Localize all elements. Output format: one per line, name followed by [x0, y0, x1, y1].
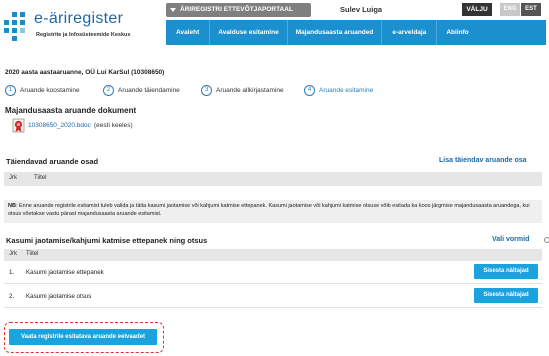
nav-item-avaleht[interactable]: Avaleht — [166, 20, 211, 45]
profit-section-title: Kasumi jaotamise/kahjumi katmise ettepan… — [6, 236, 208, 245]
nav-item-majandusaasta-aruanded[interactable]: Majandusaasta aruanded — [288, 20, 383, 45]
enter-values-button[interactable]: Sisesta näitajad — [474, 264, 538, 279]
nb-text: : Enne aruande registrile esitamist tule… — [8, 203, 530, 217]
add-supplementary-link[interactable]: Lisa täiendav aruande osa — [439, 157, 527, 164]
step-number: 4 — [304, 84, 315, 96]
nb-notice: NB: Enne aruande registrile esitamist tu… — [4, 200, 542, 223]
logo-dots-icon — [4, 12, 34, 42]
step-number: 2 — [103, 84, 114, 96]
chevron-down-icon — [170, 8, 176, 12]
document-language-note: (eesti keeles) — [94, 122, 133, 129]
row-title: Kasumi jaotamise ettepanek — [26, 269, 104, 276]
profit-table-header: Jrk Tiitel — [4, 249, 542, 261]
row-number: 2. — [9, 293, 15, 300]
step-label: Aruande esitamine — [319, 86, 374, 94]
step-label: Aruande täiendamine — [118, 86, 180, 94]
scrollbar-handle[interactable] — [544, 237, 549, 243]
step-label: Aruande allkirjastamine — [216, 86, 284, 94]
portal-select[interactable]: ÄRIREGISTRI ETTEVÕTJAPORTAAL — [166, 3, 311, 17]
row-number: 1. — [9, 269, 15, 276]
main-nav: Avaleht Avalduse esitamine Majandusaasta… — [166, 20, 546, 45]
table-row: 2. Kasumi jaotamise otsus Sisesta näitaj… — [4, 286, 542, 308]
logo-subtitle: Registrite ja Infosüsteemide Keskus — [36, 32, 131, 38]
erik-logo[interactable]: e-äriregister Registrite ja Infosüsteemi… — [4, 8, 164, 48]
step-2: 2 Aruande täiendamine — [103, 84, 180, 96]
nav-item-e-arveldaja[interactable]: e-arveldaja — [382, 20, 438, 45]
lang-eng-button[interactable]: ENG — [500, 3, 520, 16]
preview-report-button[interactable]: Vaata registrile esitatava aruande eelva… — [9, 329, 157, 345]
step-4: 4 Aruande esitamine — [304, 84, 373, 96]
nav-item-avalduse-esitamine[interactable]: Avalduse esitamine — [210, 20, 288, 45]
step-3: 3 Aruande allkirjastamine — [201, 84, 284, 96]
portal-select-label: ÄRIREGISTRI ETTEVÕTJAPORTAAL — [180, 6, 293, 13]
column-header-nr: Jrk — [9, 251, 17, 257]
document-file-link[interactable]: 10308650_2020.bdoc — [28, 122, 91, 129]
enter-values-button[interactable]: Sisesta näitajad — [474, 288, 538, 303]
nb-label: NB — [8, 203, 16, 209]
lang-est-button[interactable]: EST — [521, 3, 541, 16]
step-label: Aruande koostamine — [20, 86, 80, 94]
logo-title: e-äriregister — [34, 10, 124, 27]
step-number: 1 — [5, 84, 16, 96]
document-section-title: Majandusaasta aruande dokument — [5, 106, 137, 115]
step-number: 3 — [201, 84, 212, 96]
logout-button[interactable]: VÄLJU — [462, 3, 492, 16]
page-title: 2020 aasta aastaaruanne, OÜ Lui KarSul (… — [5, 69, 165, 76]
username: Sulev Luiga — [340, 5, 383, 14]
step-1: 1 Aruande koostamine — [5, 84, 80, 96]
table-row: 1. Kasumi jaotamise ettepanek Sisesta nä… — [4, 262, 542, 284]
signed-document-icon — [12, 118, 26, 133]
nav-item-abiinfo[interactable]: Abiinfo — [437, 20, 476, 45]
column-header-nr: Jrk — [9, 175, 17, 181]
supplementary-section-title: Täiendavad aruande osad — [6, 157, 99, 166]
supplementary-table-header: Jrk Tiitel — [4, 172, 542, 186]
row-title: Kasumi jaotamise otsus — [26, 293, 92, 300]
column-header-title: Tiitel — [26, 251, 39, 257]
choose-forms-link[interactable]: Vali vormid — [492, 236, 529, 243]
column-header-title: Tiitel — [34, 175, 47, 181]
